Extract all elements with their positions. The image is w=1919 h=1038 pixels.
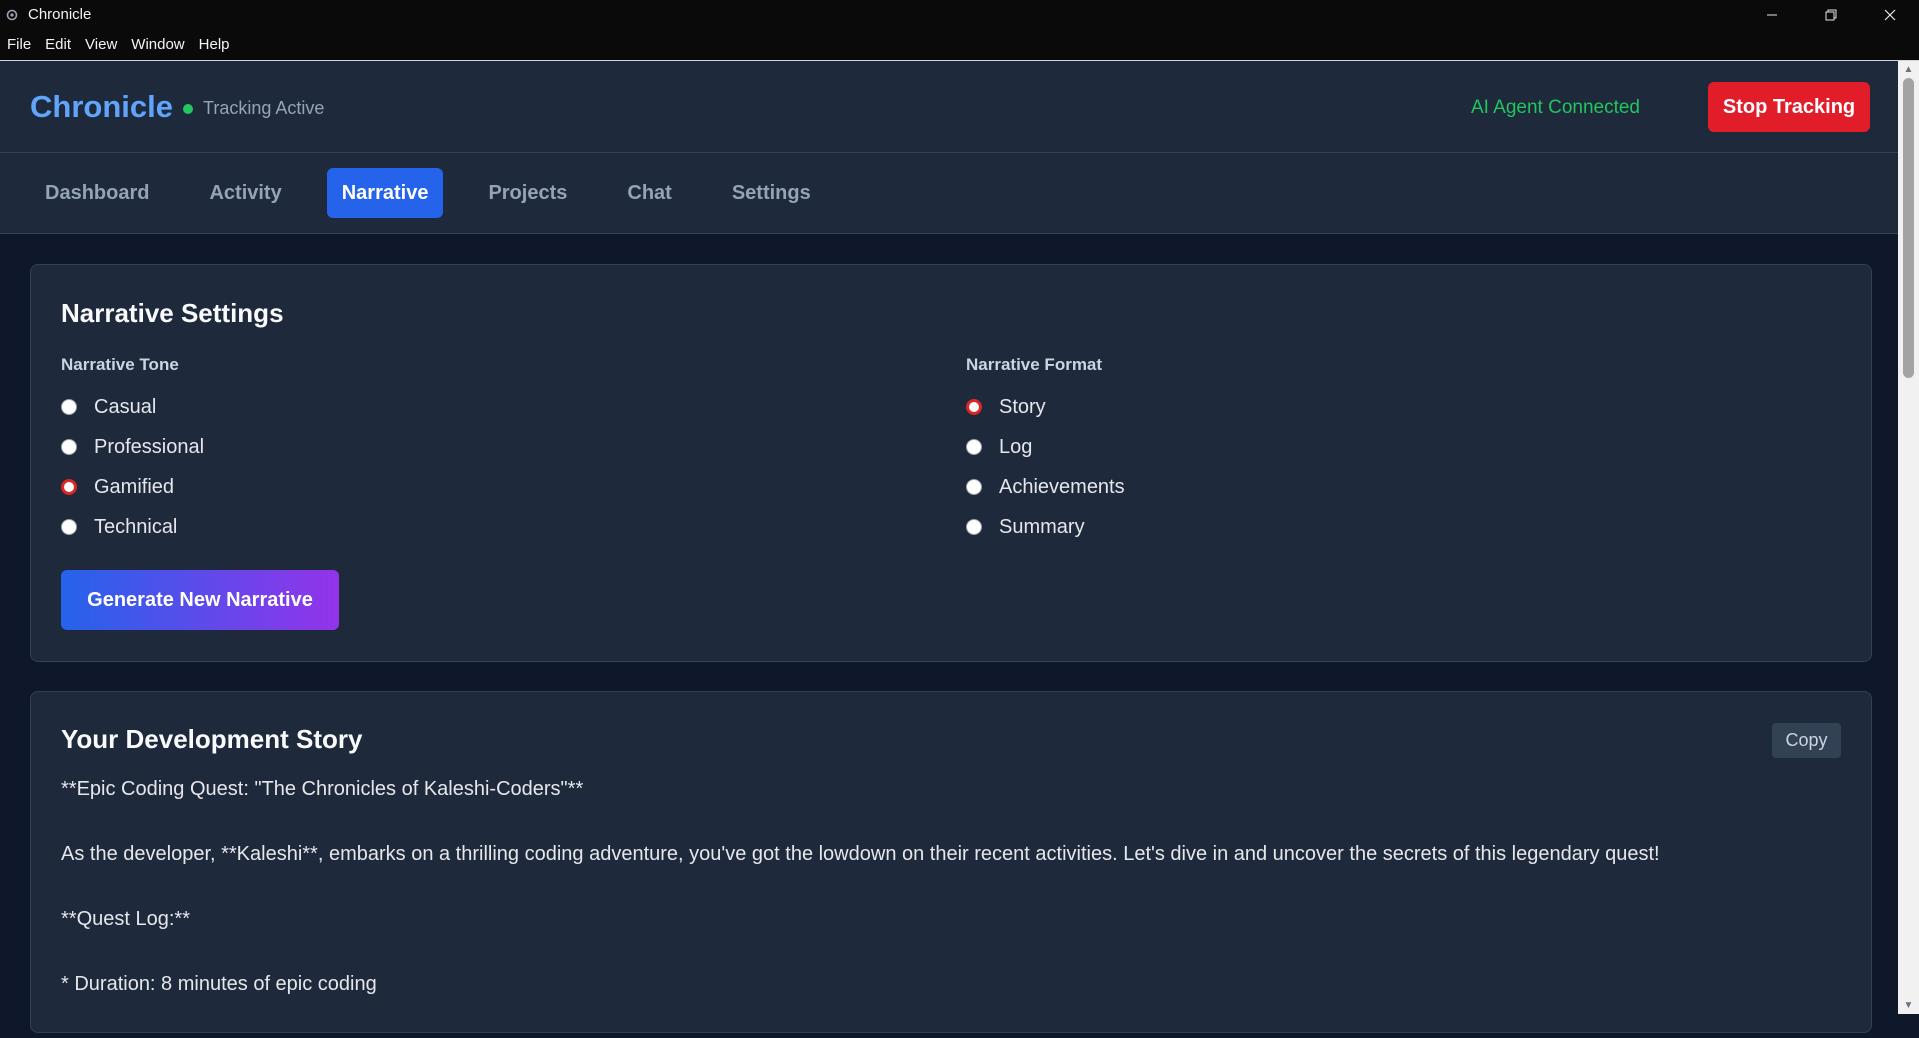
stop-tracking-button[interactable]: Stop Tracking <box>1708 82 1870 132</box>
scroll-up-icon[interactable]: ▲ <box>1898 61 1919 78</box>
format-option-log[interactable]: Log <box>966 427 1125 467</box>
tone-option-label: Gamified <box>94 475 175 498</box>
tab-dashboard[interactable]: Dashboard <box>30 168 164 218</box>
tab-settings[interactable]: Settings <box>717 168 826 218</box>
radio-icon[interactable] <box>61 519 77 535</box>
radio-checked-icon[interactable] <box>966 399 982 415</box>
tone-option-gamified[interactable]: Gamified <box>61 467 204 507</box>
narrative-settings-card: Narrative Settings Narrative Tone Casual… <box>30 264 1872 662</box>
tone-option-technical[interactable]: Technical <box>61 507 204 547</box>
story-paragraph: As the developer, **Kaleshi**, embarks o… <box>61 843 1660 865</box>
app-gear-icon <box>4 7 20 23</box>
narrative-format-group: Narrative Format Story Log Achievements … <box>966 355 1125 547</box>
menu-help[interactable]: Help <box>192 36 237 53</box>
narrative-tone-label: Narrative Tone <box>61 355 179 374</box>
scroll-down-icon[interactable]: ▼ <box>1898 997 1919 1014</box>
tone-option-label: Technical <box>94 515 178 538</box>
tone-option-casual[interactable]: Casual <box>61 387 204 427</box>
story-text: **Epic Coding Quest: "The Chronicles of … <box>61 778 1841 1038</box>
tab-chat[interactable]: Chat <box>612 168 686 218</box>
tab-bar: Dashboard Activity Narrative Projects Ch… <box>0 153 1898 234</box>
close-icon[interactable] <box>1860 0 1919 29</box>
format-option-story[interactable]: Story <box>966 387 1125 427</box>
narrative-tone-group: Narrative Tone Casual Professional Gamif… <box>61 355 204 547</box>
format-option-label: Achievements <box>999 475 1125 498</box>
format-option-label: Summary <box>999 515 1085 538</box>
tab-activity[interactable]: Activity <box>194 168 296 218</box>
window-controls <box>1742 0 1919 29</box>
radio-icon[interactable] <box>61 439 77 455</box>
menu-edit[interactable]: Edit <box>38 36 78 53</box>
format-option-achievements[interactable]: Achievements <box>966 467 1125 507</box>
tone-option-label: Professional <box>94 435 205 458</box>
radio-icon[interactable] <box>966 439 982 455</box>
story-paragraph: * Duration: 8 minutes of epic coding <box>61 973 377 995</box>
menu-bar: File Edit View Window Help <box>0 29 1919 61</box>
window-title: Chronicle <box>28 6 92 23</box>
status-dot-icon <box>183 103 193 114</box>
tracking-status: Tracking Active <box>183 98 324 119</box>
brand-logo: Chronicle <box>30 89 173 124</box>
menu-file[interactable]: File <box>0 36 38 53</box>
story-paragraph: **Quest Log:** <box>61 908 190 930</box>
radio-icon[interactable] <box>966 519 982 535</box>
generate-narrative-button[interactable]: Generate New Narrative <box>61 570 339 630</box>
scroll-thumb[interactable] <box>1903 78 1914 378</box>
story-paragraph: **Epic Coding Quest: "The Chronicles of … <box>61 778 584 800</box>
development-story-card: Your Development Story Copy **Epic Codin… <box>30 691 1872 1033</box>
format-option-label: Story <box>999 395 1046 418</box>
story-title: Your Development Story <box>61 724 363 754</box>
tab-projects[interactable]: Projects <box>473 168 582 218</box>
agent-status: AI Agent Connected <box>1470 97 1640 118</box>
window-titlebar: Chronicle <box>0 0 1919 29</box>
tone-option-professional[interactable]: Professional <box>61 427 204 467</box>
app-header: Chronicle Tracking Active AI Agent Conne… <box>0 61 1898 153</box>
restore-icon[interactable] <box>1801 0 1860 29</box>
format-option-summary[interactable]: Summary <box>966 507 1125 547</box>
minimize-icon[interactable] <box>1742 0 1801 29</box>
menu-window[interactable]: Window <box>124 36 191 53</box>
vertical-scrollbar[interactable]: ▲ ▼ <box>1898 61 1919 1014</box>
narrative-settings-title: Narrative Settings <box>61 298 284 328</box>
tone-option-label: Casual <box>94 395 157 418</box>
narrative-format-label: Narrative Format <box>966 355 1103 374</box>
radio-icon[interactable] <box>966 479 982 495</box>
radio-icon[interactable] <box>61 399 77 415</box>
format-option-label: Log <box>999 435 1033 458</box>
tab-narrative[interactable]: Narrative <box>326 168 444 218</box>
menu-view[interactable]: View <box>78 36 124 53</box>
tracking-status-text: Tracking Active <box>203 98 325 118</box>
radio-checked-icon[interactable] <box>61 479 77 495</box>
copy-button[interactable]: Copy <box>1772 723 1841 758</box>
